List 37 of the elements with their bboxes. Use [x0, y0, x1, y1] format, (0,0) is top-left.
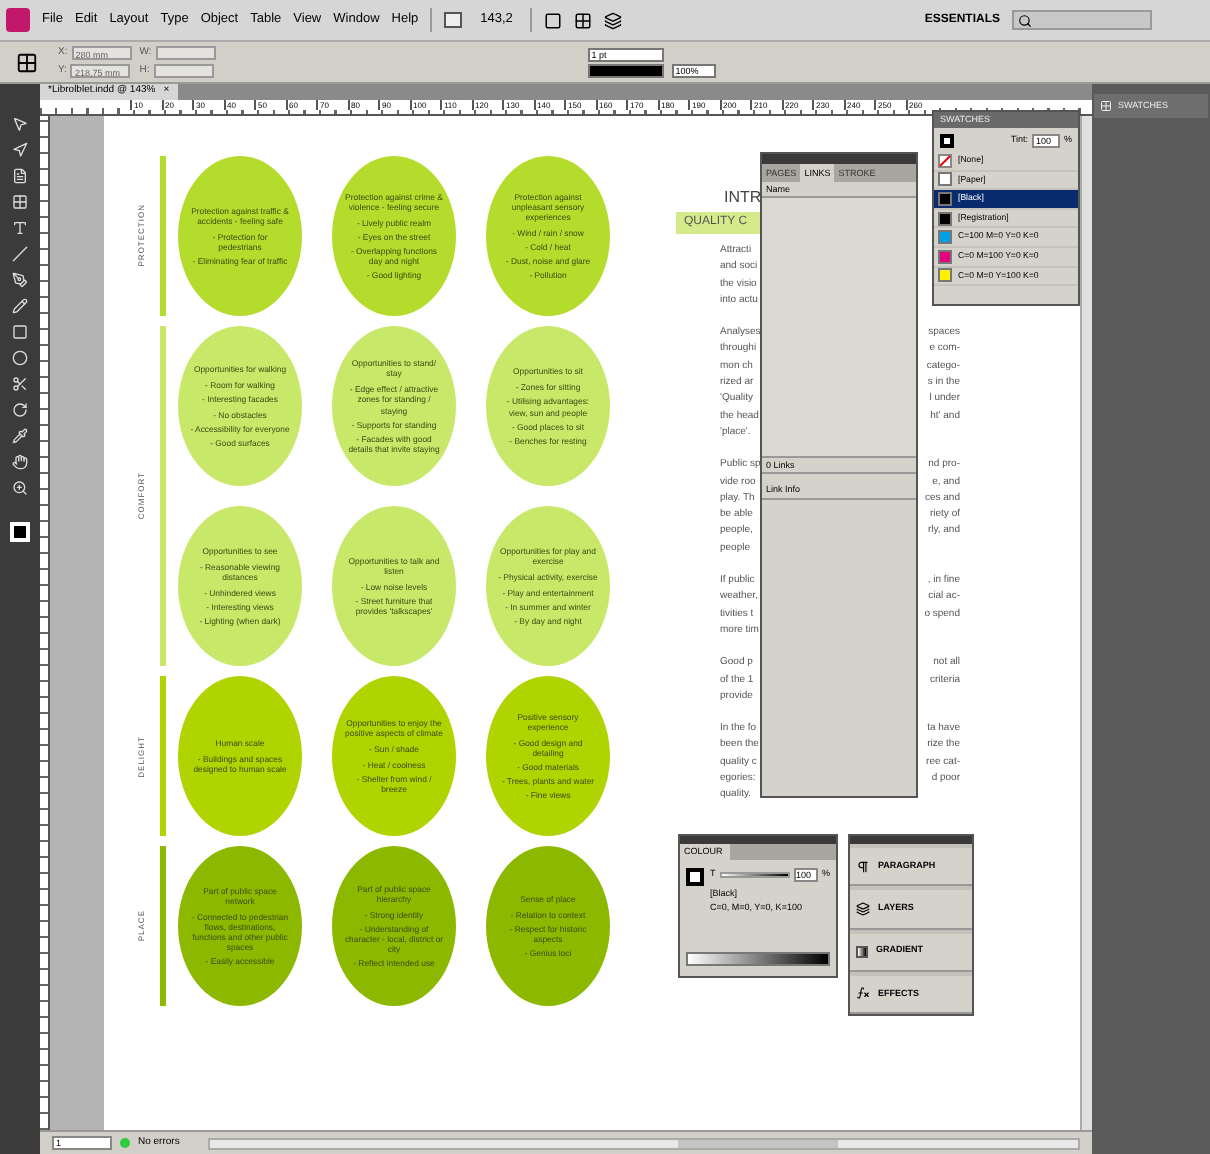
coordinate-field[interactable] — [155, 46, 216, 61]
line-icon[interactable] — [12, 246, 28, 262]
stroke-type-field[interactable] — [587, 63, 664, 77]
gradient-icon — [856, 945, 868, 958]
arrange-icon[interactable] — [604, 11, 623, 29]
pointer-icon[interactable] — [12, 116, 28, 132]
zoom-icon[interactable] — [12, 480, 28, 496]
layers-icon — [856, 901, 870, 916]
scroll-thumb[interactable] — [678, 1139, 838, 1147]
rectangle-icon[interactable] — [12, 324, 28, 340]
grid-icon[interactable] — [12, 194, 28, 210]
coordinate-field[interactable] — [153, 63, 214, 78]
ellipse-icon[interactable] — [12, 350, 28, 366]
eyedropper-icon[interactable] — [12, 428, 28, 444]
hand-icon[interactable] — [12, 454, 28, 470]
swatches-icon — [1100, 100, 1112, 112]
colour-ramp[interactable] — [686, 952, 830, 966]
app-logo-icon — [6, 8, 30, 32]
function-icon — [856, 986, 870, 1001]
type-icon[interactable] — [12, 220, 28, 236]
none-swatch-icon — [938, 153, 952, 168]
vertical-scrollbar[interactable] — [1080, 116, 1092, 1130]
fill-stroke-icon[interactable] — [940, 133, 954, 147]
pilcrow-icon — [856, 859, 870, 874]
search-icon — [1018, 13, 1032, 27]
pencil-icon[interactable] — [12, 298, 28, 314]
rotate-icon[interactable] — [12, 402, 28, 418]
screen-mode-icon[interactable] — [574, 11, 593, 29]
fill-stroke-icon[interactable] — [686, 868, 704, 886]
section-heading: INTR — [724, 186, 762, 210]
arrow-icon[interactable] — [12, 142, 28, 158]
pen-icon[interactable] — [12, 272, 28, 288]
search-field[interactable] — [1012, 10, 1152, 30]
reference-point-icon[interactable] — [16, 51, 38, 73]
scissors-icon[interactable] — [12, 376, 28, 392]
page-icon[interactable] — [12, 168, 28, 184]
horizontal-scrollbar[interactable] — [207, 1137, 1080, 1149]
